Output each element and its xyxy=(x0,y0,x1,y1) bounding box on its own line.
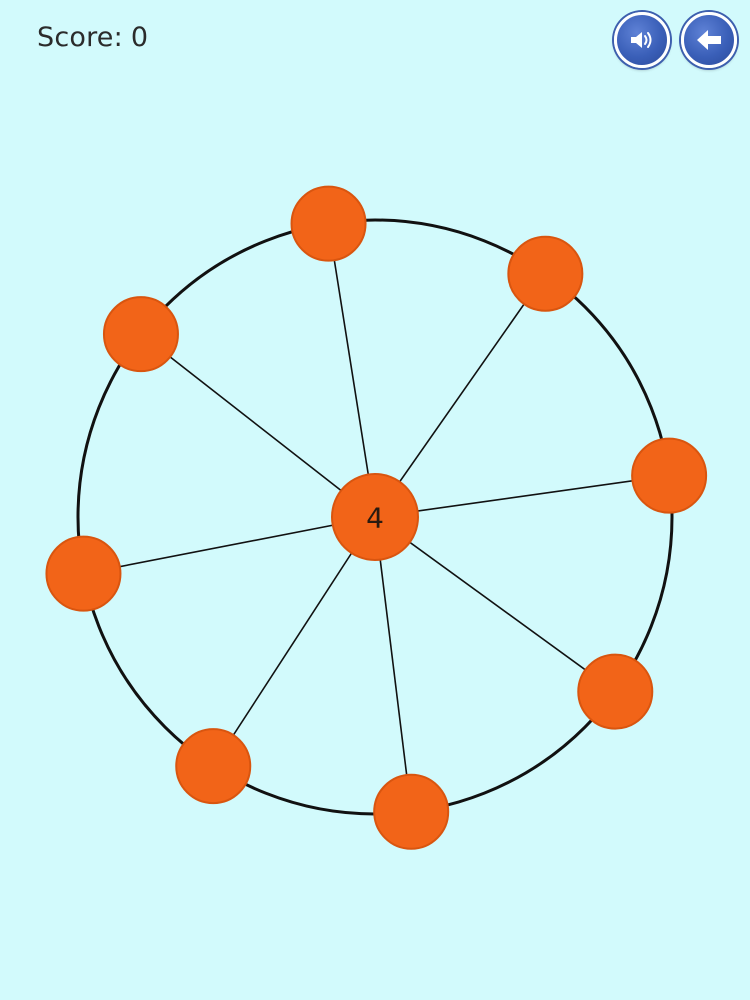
pin-ball xyxy=(290,185,367,262)
hub-number: 4 xyxy=(366,502,384,535)
pin-ball xyxy=(45,535,122,612)
spoke-line xyxy=(374,516,412,812)
spoke-line xyxy=(140,333,376,518)
spoke-line xyxy=(212,516,376,767)
spoke-line xyxy=(374,474,670,518)
pin-ball xyxy=(175,728,252,805)
pin-ball xyxy=(102,296,179,373)
spoke-line xyxy=(83,516,376,575)
game-board[interactable]: 4 xyxy=(0,0,750,1000)
pin-ball xyxy=(373,773,450,850)
spoke-line xyxy=(374,516,616,693)
pin-ball xyxy=(577,653,654,730)
spoke-line xyxy=(374,273,547,518)
spoke-line xyxy=(327,223,376,518)
pin-ball xyxy=(507,235,584,312)
pin-ball xyxy=(631,437,708,514)
